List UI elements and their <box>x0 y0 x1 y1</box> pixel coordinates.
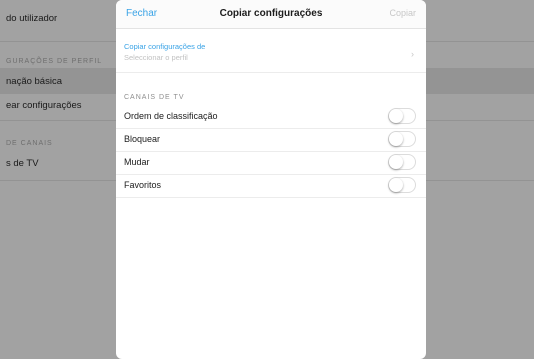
toggle-knob <box>389 155 403 169</box>
toggle-row-move: Mudar <box>116 152 426 175</box>
toggle-label: Bloquear <box>124 134 161 144</box>
modal-navbar: Fechar Copiar configurações Copiar <box>116 0 426 29</box>
move-toggle[interactable] <box>388 154 416 170</box>
toggle-knob <box>389 132 403 146</box>
sort-order-toggle[interactable] <box>388 108 416 124</box>
background-section-header: DE CANAIS <box>6 140 53 147</box>
modal-title: Copiar configurações <box>219 8 323 19</box>
select-profile-value: Seleccionar o perfil <box>124 53 188 62</box>
toggle-label: Favoritos <box>124 180 162 190</box>
toggle-row-favorites: Favoritos <box>116 175 426 198</box>
toggle-knob <box>389 178 403 192</box>
favorites-toggle[interactable] <box>388 177 416 193</box>
chevron-right-icon: › <box>411 49 414 59</box>
background-section-header: GURAÇÕES DE PERFIL <box>6 58 103 65</box>
toggle-label: Mudar <box>124 157 150 167</box>
copy-settings-from-row[interactable]: Copiar configurações de Seleccionar o pe… <box>116 38 426 73</box>
copy-settings-modal: Fechar Copiar configurações Copiar Copia… <box>116 0 426 359</box>
block-toggle[interactable] <box>388 131 416 147</box>
copy-settings-from-label: Copiar configurações de <box>124 42 206 51</box>
toggle-row-sort-order: Ordem de classificação <box>116 106 426 129</box>
toggle-knob <box>389 109 403 123</box>
toggle-label: Ordem de classificação <box>124 111 218 121</box>
copy-button[interactable]: Copiar <box>389 8 416 18</box>
toggle-row-block: Bloquear <box>116 129 426 152</box>
section-header-tv-channels: CANAIS DE TV <box>124 94 185 101</box>
